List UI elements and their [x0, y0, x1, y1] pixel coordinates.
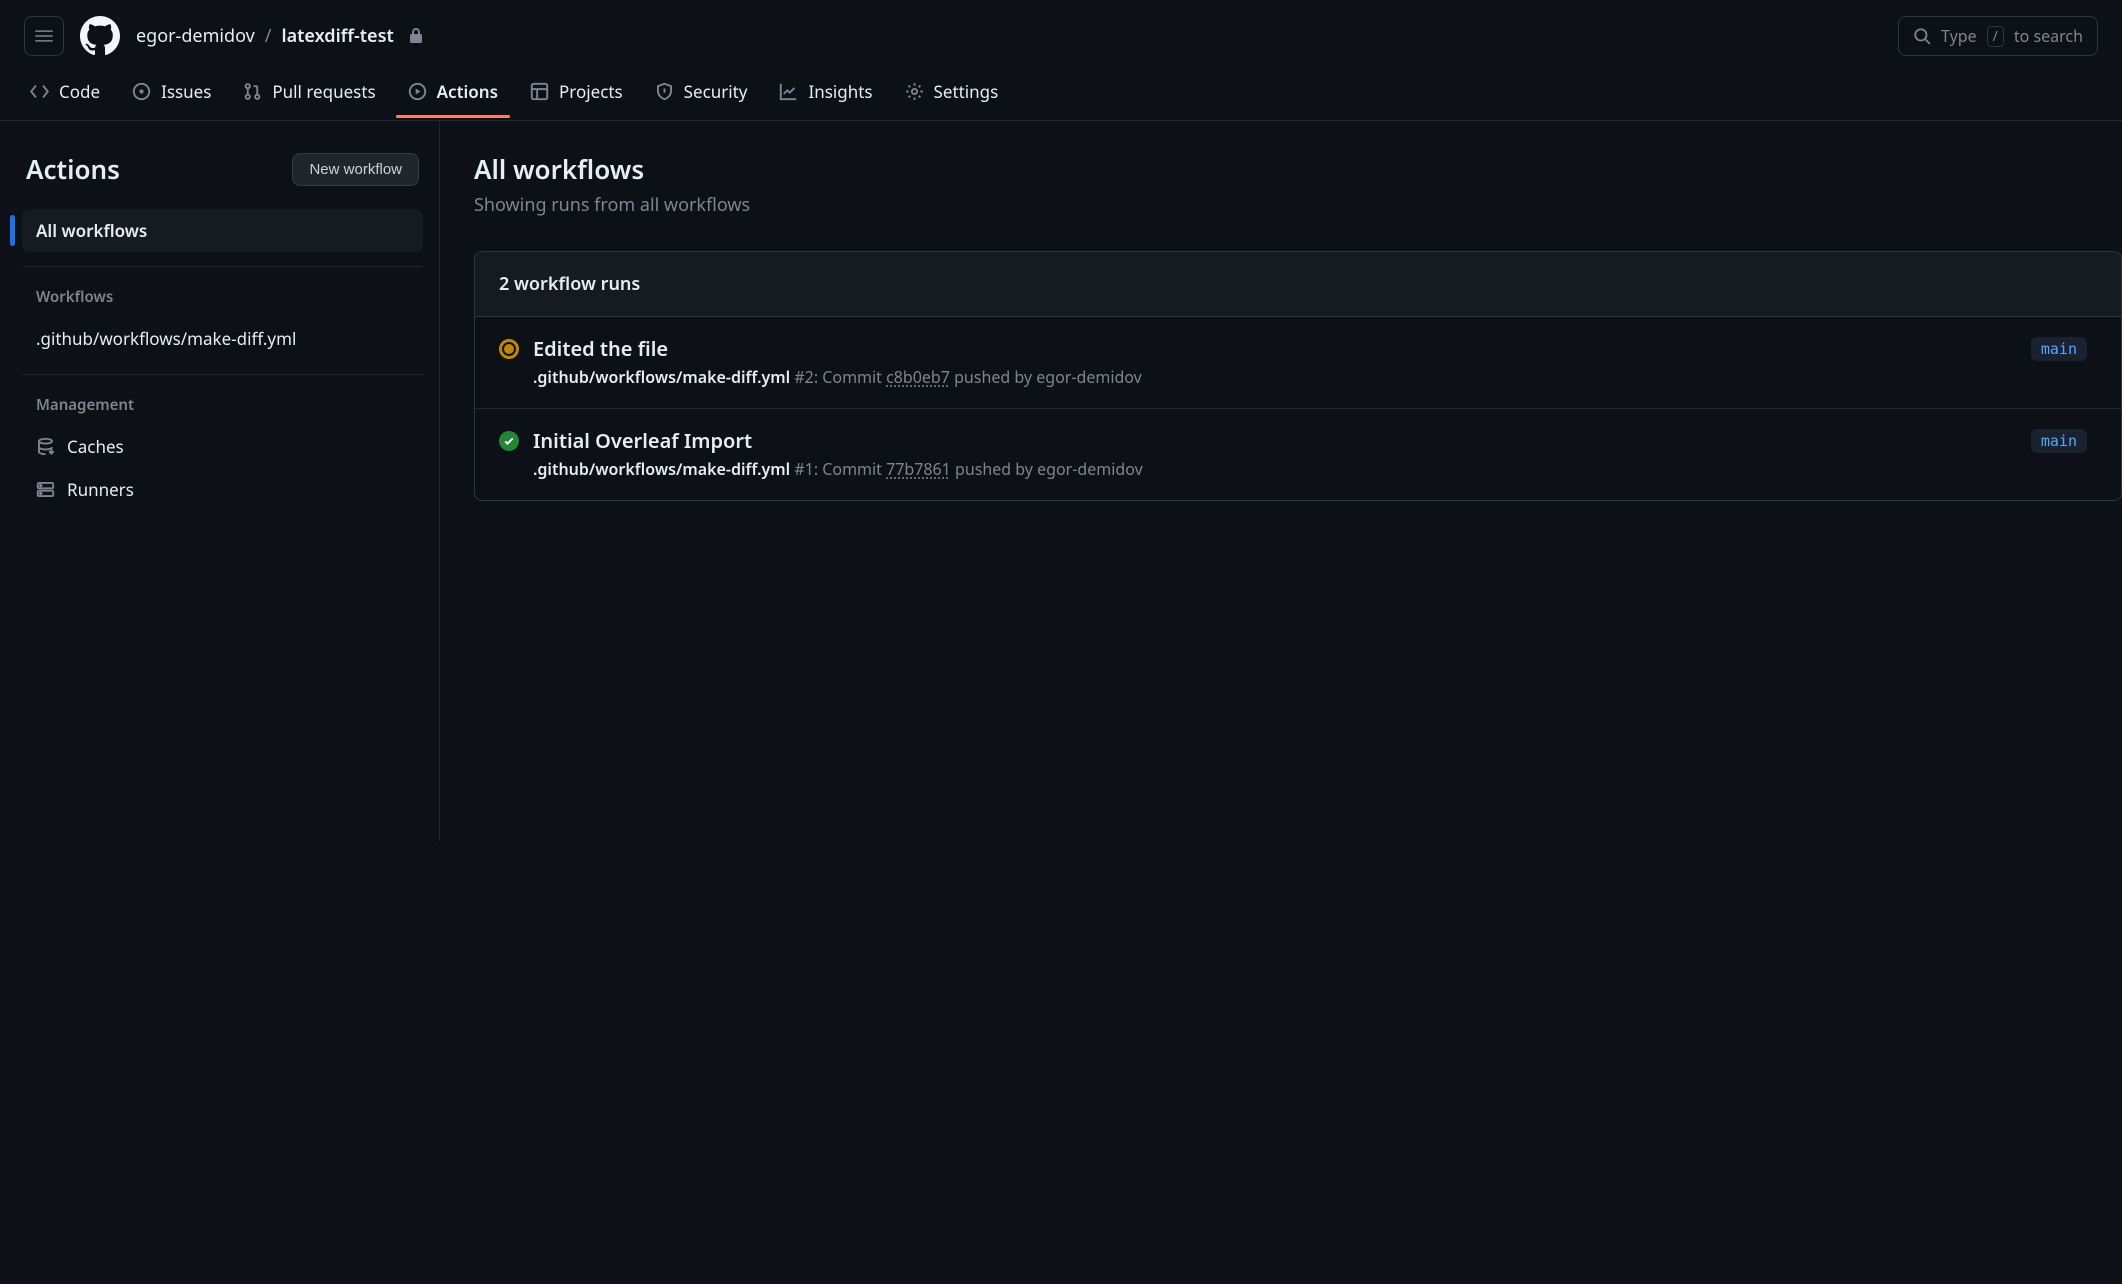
- breadcrumb-owner[interactable]: egor-demidov: [136, 24, 255, 48]
- pr-icon: [243, 82, 262, 101]
- tab-insights[interactable]: Insights: [765, 68, 886, 120]
- tab-label: Code: [59, 80, 100, 103]
- tab-settings[interactable]: Settings: [891, 68, 1013, 120]
- gear-icon: [905, 82, 924, 101]
- search-kbd: /: [1987, 26, 2004, 47]
- sidebar-item-runners[interactable]: Runners: [22, 468, 423, 511]
- tab-label: Actions: [437, 80, 498, 103]
- breadcrumb-repo[interactable]: latexdiff-test: [281, 24, 393, 48]
- tab-label: Settings: [934, 80, 999, 103]
- project-icon: [530, 82, 549, 101]
- search-icon: [1913, 27, 1931, 45]
- run-title[interactable]: Initial Overleaf Import: [533, 427, 2017, 454]
- status-success-icon: [499, 431, 519, 451]
- run-meta: .github/workflows/make-diff.yml #2: Comm…: [533, 366, 2017, 388]
- page-title: All workflows: [474, 151, 2122, 187]
- sidebar-title: Actions: [26, 151, 120, 187]
- sidebar-item-all-workflows[interactable]: All workflows: [22, 209, 423, 252]
- cache-icon: [36, 437, 55, 456]
- run-workflow-link[interactable]: .github/workflows/make-diff.yml: [533, 366, 790, 388]
- sidebar-heading-workflows: Workflows: [22, 281, 423, 317]
- tab-security[interactable]: Security: [641, 68, 762, 120]
- run-commit-sha[interactable]: c8b0eb7: [886, 366, 950, 388]
- run-number: #2: [794, 366, 814, 388]
- hamburger-icon: [34, 26, 54, 46]
- sidebar-item-caches[interactable]: Caches: [22, 425, 423, 468]
- sidebar: Actions New workflow All workflows Workf…: [0, 121, 440, 841]
- run-meta: .github/workflows/make-diff.yml #1: Comm…: [533, 458, 2017, 480]
- github-logo[interactable]: [80, 16, 120, 56]
- tab-actions[interactable]: Actions: [394, 68, 512, 120]
- code-icon: [30, 82, 49, 101]
- search-input[interactable]: Type / to search: [1898, 16, 2098, 56]
- workflow-run-row[interactable]: Edited the file .github/workflows/make-di…: [475, 317, 2121, 408]
- sidebar-heading-management: Management: [22, 389, 423, 425]
- new-workflow-button[interactable]: New workflow: [292, 153, 419, 186]
- play-icon: [408, 82, 427, 101]
- repo-tabs: Code Issues Pull requests Actions Projects Se…: [0, 68, 2122, 121]
- branch-badge[interactable]: main: [2031, 337, 2087, 361]
- breadcrumb-separator: /: [265, 24, 272, 48]
- tab-label: Insights: [808, 80, 872, 103]
- workflow-runs-box: 2 workflow runs Edited the file .github/w…: [474, 251, 2122, 501]
- branch-badge[interactable]: main: [2031, 429, 2087, 453]
- run-commit-sha[interactable]: 77b7861: [886, 458, 951, 480]
- sidebar-workflow-item[interactable]: .github/workflows/make-diff.yml: [22, 317, 423, 360]
- tab-label: Pull requests: [272, 80, 375, 103]
- tab-code[interactable]: Code: [16, 68, 114, 120]
- tab-label: Security: [684, 80, 748, 103]
- runner-icon: [36, 480, 55, 499]
- github-icon: [80, 16, 120, 56]
- breadcrumb: egor-demidov / latexdiff-test: [136, 24, 424, 48]
- run-workflow-link[interactable]: .github/workflows/make-diff.yml: [533, 458, 790, 480]
- tab-label: Projects: [559, 80, 623, 103]
- tab-projects[interactable]: Projects: [516, 68, 637, 120]
- shield-icon: [655, 82, 674, 101]
- search-placeholder-2: to search: [2014, 25, 2083, 47]
- run-number: #1: [794, 458, 814, 480]
- workflow-run-row[interactable]: Initial Overleaf Import .github/workflows…: [475, 408, 2121, 500]
- search-placeholder-1: Type: [1941, 25, 1977, 47]
- sidebar-item-label: All workflows: [36, 219, 147, 242]
- page-subtitle: Showing runs from all workflows: [474, 193, 2122, 217]
- workflow-runs-count: 2 workflow runs: [475, 252, 2121, 317]
- tab-label: Issues: [161, 80, 211, 103]
- sidebar-item-label: Runners: [67, 478, 134, 501]
- sidebar-item-label: Caches: [67, 435, 124, 458]
- issue-icon: [132, 82, 151, 101]
- tab-pull-requests[interactable]: Pull requests: [229, 68, 389, 120]
- graph-icon: [779, 82, 798, 101]
- lock-icon: [408, 28, 424, 44]
- hamburger-menu-button[interactable]: [24, 16, 64, 56]
- status-in-progress-icon: [499, 339, 519, 359]
- tab-issues[interactable]: Issues: [118, 68, 225, 120]
- main-content: All workflows Showing runs from all work…: [440, 121, 2122, 841]
- app-header: egor-demidov / latexdiff-test Type / to …: [0, 0, 2122, 68]
- run-title[interactable]: Edited the file: [533, 335, 2017, 362]
